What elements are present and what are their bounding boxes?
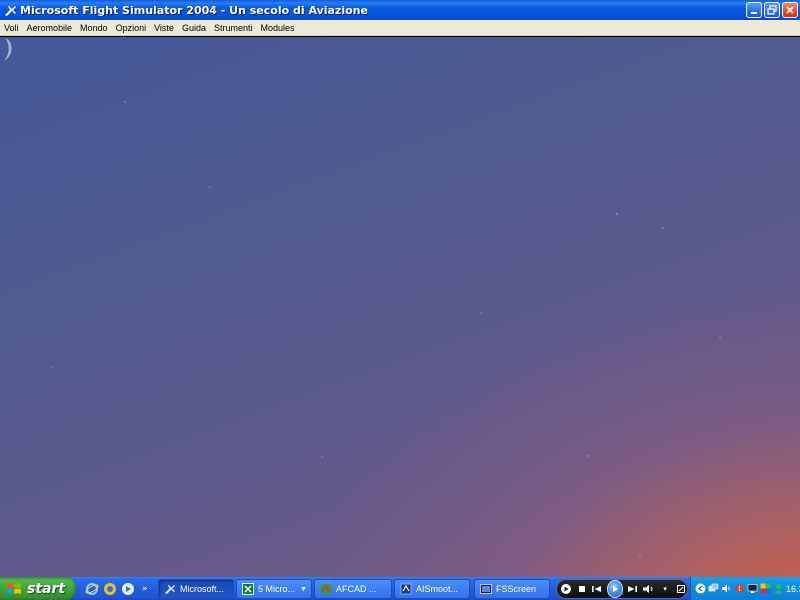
simulator-viewport[interactable] bbox=[0, 37, 800, 577]
restore-button[interactable] bbox=[764, 2, 780, 18]
monitor-icon[interactable] bbox=[747, 583, 758, 594]
menu-mondo[interactable]: Mondo bbox=[76, 20, 112, 36]
volume-icon[interactable] bbox=[642, 582, 656, 596]
quick-launch: » bbox=[84, 580, 148, 598]
system-tray: 16.35 bbox=[690, 577, 800, 600]
excel-icon bbox=[241, 583, 254, 596]
menu-viste[interactable]: Viste bbox=[150, 20, 178, 36]
color-squares-icon[interactable] bbox=[760, 583, 771, 594]
windows-logo-icon bbox=[7, 582, 21, 594]
previous-track-icon[interactable] bbox=[591, 582, 604, 596]
minimize-icon bbox=[751, 12, 757, 14]
chevron-down-icon[interactable]: ▾ bbox=[659, 582, 672, 596]
taskbar: start » Microsoft... 5 Micro... ▼ AFCAD … bbox=[0, 577, 800, 600]
quicklaunch-more[interactable]: » bbox=[142, 584, 148, 594]
airplane-icon bbox=[163, 583, 176, 596]
ie-icon[interactable] bbox=[84, 582, 99, 597]
afcad-icon bbox=[319, 583, 332, 596]
expand-tray-icon[interactable] bbox=[695, 583, 706, 594]
media-icon[interactable] bbox=[120, 582, 135, 597]
network-icon[interactable] bbox=[708, 583, 719, 594]
restore-player-icon[interactable] bbox=[674, 582, 687, 596]
messenger-icon[interactable] bbox=[102, 582, 117, 597]
task-label: AFCAD ... bbox=[336, 584, 377, 594]
task-button-flight-simulator[interactable]: Microsoft... bbox=[158, 579, 234, 599]
close-icon bbox=[786, 6, 794, 14]
messenger-user-icon[interactable] bbox=[773, 583, 784, 594]
task-button-afcad[interactable]: AFCAD ... bbox=[314, 579, 392, 599]
title-bar[interactable]: Microsoft Flight Simulator 2004 - Un sec… bbox=[0, 0, 800, 20]
close-button[interactable] bbox=[782, 2, 798, 18]
minimize-button[interactable] bbox=[746, 2, 762, 18]
crescent-moon bbox=[4, 38, 12, 61]
restore-icon bbox=[767, 5, 777, 15]
play-icon bbox=[612, 586, 618, 592]
task-label: Microsoft... bbox=[180, 584, 225, 594]
task-label: AISmoot... bbox=[416, 584, 459, 594]
speaker-icon[interactable] bbox=[721, 583, 732, 594]
star-field bbox=[51, 101, 721, 558]
menu-bar: Voli Aeromobile Mondo Opzioni Viste Guid… bbox=[0, 20, 800, 36]
menu-modules[interactable]: Modules bbox=[257, 20, 299, 36]
task-label: FSScreen bbox=[496, 584, 537, 594]
task-button-excel[interactable]: 5 Micro... ▼ bbox=[236, 579, 312, 599]
task-button-aismooth[interactable]: AISmoot... bbox=[394, 579, 470, 599]
aismooth-icon bbox=[399, 583, 412, 596]
menu-aeromobile[interactable]: Aeromobile bbox=[23, 20, 77, 36]
play-button[interactable] bbox=[606, 580, 624, 598]
start-label: start bbox=[27, 580, 66, 597]
window-title: Microsoft Flight Simulator 2004 - Un sec… bbox=[20, 3, 368, 17]
start-button[interactable]: start bbox=[0, 577, 76, 600]
chevron-down-icon: ▼ bbox=[300, 585, 307, 593]
stop-icon[interactable] bbox=[576, 582, 589, 596]
clock[interactable]: 16.35 bbox=[786, 584, 800, 594]
airplane-icon[interactable] bbox=[3, 3, 17, 17]
menu-opzioni[interactable]: Opzioni bbox=[112, 20, 151, 36]
fsscreen-icon bbox=[479, 583, 492, 596]
menu-guida[interactable]: Guida bbox=[178, 20, 210, 36]
menu-voli[interactable]: Voli bbox=[0, 20, 23, 36]
media-player-toolbar: ▾ bbox=[556, 579, 688, 599]
media-view-icon[interactable] bbox=[560, 582, 573, 596]
shield-icon[interactable] bbox=[734, 583, 745, 594]
window-controls bbox=[746, 2, 798, 18]
menu-strumenti[interactable]: Strumenti bbox=[210, 20, 257, 36]
task-label: 5 Micro... bbox=[258, 584, 296, 594]
task-button-fsscreen[interactable]: FSScreen bbox=[474, 579, 550, 599]
next-track-icon[interactable] bbox=[626, 582, 639, 596]
